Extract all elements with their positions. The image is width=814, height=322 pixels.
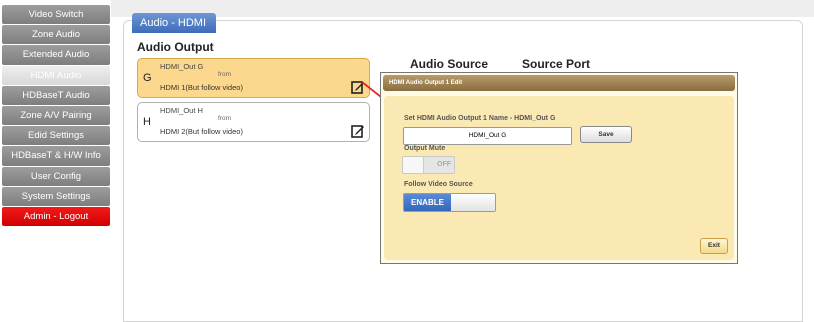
toggle-state-text: OFF xyxy=(437,161,451,168)
output-letter: H xyxy=(143,116,151,128)
dialog-body: Set HDMI Audio Output 1 Name - HDMI_Out … xyxy=(384,96,734,260)
output-name-input[interactable] xyxy=(403,127,572,145)
toggle-knob xyxy=(403,157,424,173)
sidebar-item-hdbaset-hw-info[interactable]: HDBaseT & H/W Info xyxy=(2,146,110,166)
save-button[interactable]: Save xyxy=(580,126,632,143)
dialog-title: HDMI Audio Output 1 Edit xyxy=(383,75,735,91)
source-port-heading: Source Port xyxy=(522,57,591,71)
output-mute-label: Output Mute xyxy=(404,145,446,152)
toggle-knob xyxy=(451,194,495,211)
output-letter: G xyxy=(143,72,152,84)
sidebar-item-extended-audio[interactable]: Extended Audio xyxy=(2,45,110,65)
output-source: HDMI 2(But follow video) xyxy=(160,127,243,136)
sidebar-item-zone-audio[interactable]: Zone Audio xyxy=(2,25,110,45)
sidebar-item-system-settings[interactable]: System Settings xyxy=(2,186,110,206)
audio-source-heading: Audio Source xyxy=(410,57,489,71)
audio-output-heading: Audio Output xyxy=(137,40,214,54)
output-source: HDMI 1(But follow video) xyxy=(160,83,243,92)
output-card-g[interactable]: G HDMI_Out G from HDMI 1(But follow vide… xyxy=(137,58,370,98)
sidebar-item-hdbaset-audio[interactable]: HDBaseT Audio xyxy=(2,85,110,105)
edit-icon[interactable] xyxy=(351,124,365,138)
sidebar-item-video-switch[interactable]: Video Switch xyxy=(2,5,110,25)
output-mute-toggle[interactable]: OFF xyxy=(402,156,455,174)
top-band xyxy=(111,0,814,17)
sidebar-nav: Video Switch Zone Audio Extended Audio H… xyxy=(2,5,110,227)
sidebar-item-user-config[interactable]: User Config xyxy=(2,166,110,186)
edit-dialog: HDMI Audio Output 1 Edit Set HDMI Audio … xyxy=(380,72,738,264)
output-from: from xyxy=(218,115,231,122)
sidebar-item-zone-av-pairing[interactable]: Zone A/V Pairing xyxy=(2,105,110,126)
output-from: from xyxy=(218,71,231,78)
follow-video-label: Follow Video Source xyxy=(404,181,473,188)
output-name: HDMI_Out G xyxy=(160,62,204,71)
output-name: HDMI_Out H xyxy=(160,106,203,115)
tab-audio-hdmi[interactable]: Audio - HDMI xyxy=(132,13,216,33)
toggle-state-text: ENABLE xyxy=(404,194,451,211)
output-card-h[interactable]: H HDMI_Out H from HDMI 2(But follow vide… xyxy=(137,102,370,142)
follow-video-toggle[interactable]: ENABLE xyxy=(403,193,496,212)
sidebar-item-edid-settings[interactable]: Edid Settings xyxy=(2,126,110,146)
sidebar-item-hdmi-audio[interactable]: HDMI Audio xyxy=(2,65,110,85)
sidebar-item-admin-logout[interactable]: Admin - Logout xyxy=(2,206,110,227)
name-label: Set HDMI Audio Output 1 Name - HDMI_Out … xyxy=(404,115,556,122)
exit-button[interactable]: Exit xyxy=(700,238,728,254)
